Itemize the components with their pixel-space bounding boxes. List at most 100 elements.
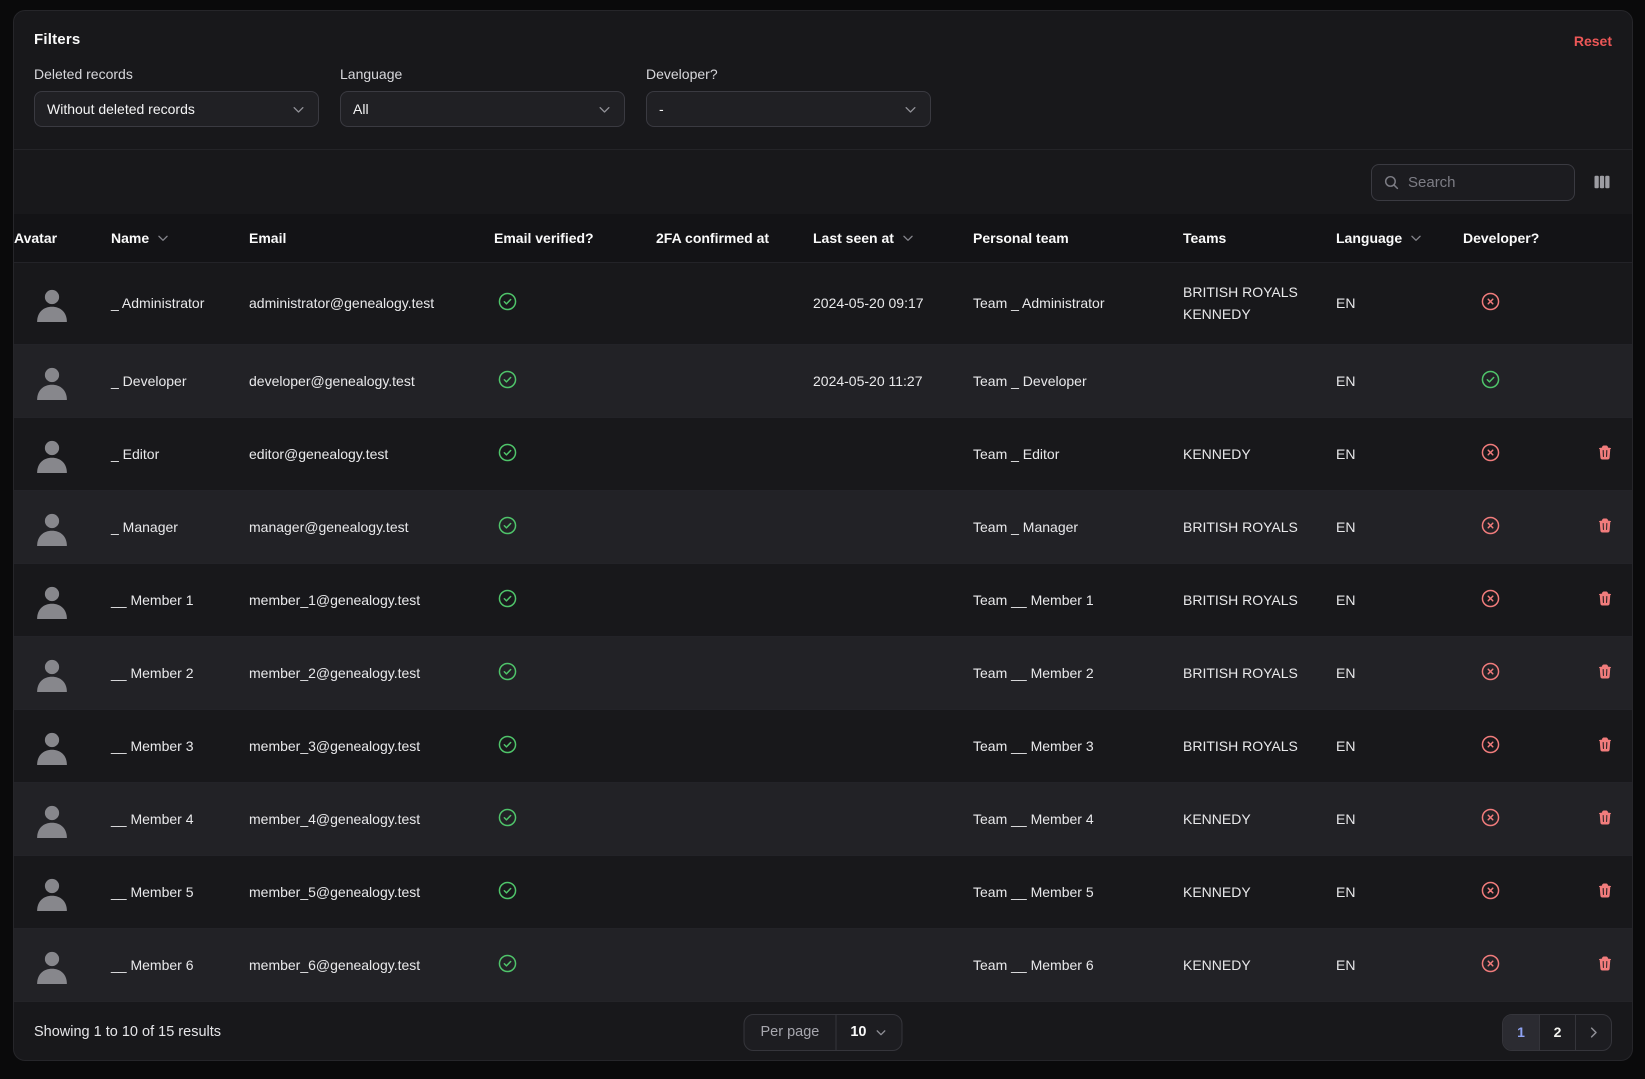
table-row[interactable]: __ Member 2member_2@genealogy.testTeam _… <box>14 636 1632 709</box>
trash-icon <box>1597 590 1613 607</box>
column-toggle-button[interactable] <box>1592 172 1612 192</box>
table-row[interactable]: _ Administratoradministrator@genealogy.t… <box>14 262 1632 344</box>
trash-icon <box>1597 444 1613 461</box>
table-row[interactable]: _ Developerdeveloper@genealogy.test2024-… <box>14 344 1632 417</box>
check-circle-icon <box>497 734 518 758</box>
table-row[interactable]: __ Member 1member_1@genealogy.testTeam _… <box>14 563 1632 636</box>
person-icon <box>33 799 71 839</box>
check-circle-icon <box>497 588 518 612</box>
filters-section: Filters Reset Deleted recordsWithout del… <box>14 11 1632 149</box>
column-header-last-seen-at[interactable]: Last seen at <box>813 214 973 262</box>
user-name: _ Manager <box>111 519 178 535</box>
check-circle-icon <box>497 953 518 977</box>
search-input[interactable] <box>1408 174 1563 191</box>
check-circle-icon <box>497 880 518 904</box>
delete-button[interactable] <box>1597 517 1613 535</box>
person-icon <box>33 726 71 766</box>
chevron-down-icon <box>597 102 612 117</box>
personal-team: Team __ Member 4 <box>973 811 1094 827</box>
x-circle-icon <box>1480 442 1501 466</box>
person-icon <box>33 434 71 474</box>
user-email: member_2@genealogy.test <box>249 665 420 681</box>
user-email: manager@genealogy.test <box>249 519 409 535</box>
table-row[interactable]: _ Editoreditor@genealogy.testTeam _ Edit… <box>14 417 1632 490</box>
filter-label-deleted-records: Deleted records <box>34 66 319 82</box>
personal-team: Team _ Administrator <box>973 295 1105 311</box>
delete-button[interactable] <box>1597 663 1613 681</box>
table-row[interactable]: __ Member 5member_5@genealogy.testTeam _… <box>14 855 1632 928</box>
column-header-language[interactable]: Language <box>1336 214 1463 262</box>
user-name: __ Member 6 <box>111 957 193 973</box>
x-circle-icon <box>1480 588 1501 612</box>
teams: BRITISH ROYALSKENNEDY <box>1183 281 1336 325</box>
personal-team: Team __ Member 3 <box>973 738 1094 754</box>
teams: KENNEDY <box>1183 443 1336 465</box>
delete-button[interactable] <box>1597 590 1613 608</box>
page-2-button[interactable]: 2 <box>1539 1015 1575 1050</box>
per-page-select[interactable]: Per page 10 <box>744 1014 903 1051</box>
check-circle-icon <box>497 442 518 466</box>
language: EN <box>1336 373 1355 389</box>
delete-button[interactable] <box>1597 809 1613 827</box>
table-row[interactable]: _ Managermanager@genealogy.testTeam _ Ma… <box>14 490 1632 563</box>
x-circle-icon <box>1480 515 1501 539</box>
chevron-down-icon <box>156 231 170 245</box>
user-email: member_6@genealogy.test <box>249 957 420 973</box>
table-toolbar <box>14 150 1632 214</box>
user-email: member_3@genealogy.test <box>249 738 420 754</box>
language: EN <box>1336 519 1355 535</box>
chevron-down-icon <box>1409 231 1423 245</box>
filters-reset-button[interactable]: Reset <box>1574 33 1612 49</box>
teams: BRITISH ROYALS <box>1183 516 1336 538</box>
user-name: __ Member 2 <box>111 665 193 681</box>
page-1-button[interactable]: 1 <box>1503 1015 1539 1050</box>
filter-select-language[interactable]: All <box>340 91 625 127</box>
delete-button[interactable] <box>1597 955 1613 973</box>
avatar <box>33 361 71 401</box>
column-header-2fa-confirmed-at: 2FA confirmed at <box>656 214 813 262</box>
person-icon <box>33 361 71 401</box>
per-page-value: 10 <box>850 1024 866 1040</box>
delete-button[interactable] <box>1597 882 1613 900</box>
person-icon <box>33 945 71 985</box>
person-icon <box>33 872 71 912</box>
user-name: __ Member 5 <box>111 884 193 900</box>
language: EN <box>1336 957 1355 973</box>
person-icon <box>33 507 71 547</box>
x-circle-icon <box>1480 953 1501 977</box>
column-header-email-verified: Email verified? <box>494 214 656 262</box>
delete-button[interactable] <box>1597 444 1613 462</box>
column-header-personal-team: Personal team <box>973 214 1183 262</box>
search-box[interactable] <box>1371 164 1575 201</box>
trash-icon <box>1597 882 1613 899</box>
teams: KENNEDY <box>1183 881 1336 903</box>
language: EN <box>1336 592 1355 608</box>
trash-icon <box>1597 809 1613 826</box>
table-row[interactable]: __ Member 3member_3@genealogy.testTeam _… <box>14 709 1632 782</box>
trash-icon <box>1597 517 1613 534</box>
personal-team: Team __ Member 1 <box>973 592 1094 608</box>
user-email: member_5@genealogy.test <box>249 884 420 900</box>
table-header-row: AvatarNameEmailEmail verified?2FA confir… <box>14 214 1632 262</box>
user-name: _ Developer <box>111 373 187 389</box>
check-circle-icon <box>497 291 518 315</box>
last-seen-at: 2024-05-20 11:27 <box>813 373 923 389</box>
check-circle-icon <box>497 807 518 831</box>
column-header-name[interactable]: Name <box>111 214 249 262</box>
teams: BRITISH ROYALS <box>1183 735 1336 757</box>
table-row[interactable]: __ Member 4member_4@genealogy.testTeam _… <box>14 782 1632 855</box>
table-row[interactable]: __ Member 6member_6@genealogy.testTeam _… <box>14 928 1632 1001</box>
view-columns-icon <box>1592 172 1612 192</box>
person-icon <box>33 283 71 323</box>
delete-button[interactable] <box>1597 736 1613 754</box>
next-page-button[interactable] <box>1575 1015 1611 1050</box>
trash-icon <box>1597 663 1613 680</box>
column-header-developer: Developer? <box>1463 214 1553 262</box>
filter-select-deleted-records[interactable]: Without deleted records <box>34 91 319 127</box>
teams: KENNEDY <box>1183 954 1336 976</box>
user-name: __ Member 1 <box>111 592 193 608</box>
user-email: administrator@genealogy.test <box>249 295 434 311</box>
filter-select-developer[interactable]: - <box>646 91 931 127</box>
language: EN <box>1336 446 1355 462</box>
avatar <box>33 283 71 323</box>
